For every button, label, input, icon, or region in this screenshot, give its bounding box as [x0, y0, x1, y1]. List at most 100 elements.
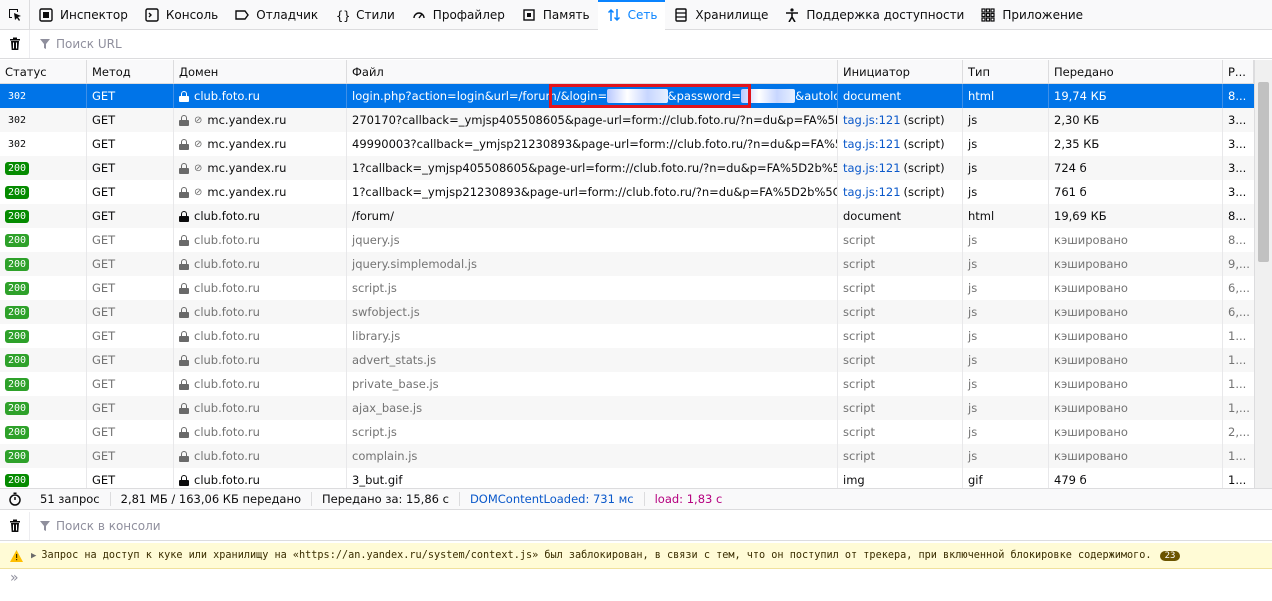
initiator-cell: script	[838, 300, 963, 324]
tab-gauge[interactable]: Профайлер	[403, 0, 513, 30]
tab-console[interactable]: Консоль	[136, 0, 226, 30]
file-cell: advert_stats.js	[347, 348, 838, 372]
console-warning-message[interactable]: ▶ Запрос на доступ к куке или хранилищу …	[0, 543, 1272, 569]
initiator-text: document	[843, 89, 902, 103]
method-text: GET	[92, 377, 116, 391]
size-text: 3...	[1228, 185, 1247, 199]
url-filter-input[interactable]: Поиск URL	[30, 37, 122, 51]
tab-storage[interactable]: Хранилище	[665, 0, 776, 30]
tab-braces[interactable]: {} Стили	[326, 0, 403, 30]
transferred-cell: 761 б	[1049, 180, 1223, 204]
file-cell: jquery.js	[347, 228, 838, 252]
status-cell: 302	[0, 84, 87, 108]
domain-text: club.foto.ru	[194, 257, 260, 271]
size-text: 8...	[1228, 233, 1247, 247]
initiator-text: script	[843, 305, 876, 319]
type-text: js	[968, 401, 978, 415]
method-text: GET	[92, 305, 116, 319]
table-row[interactable]: 200 GET club.foto.ru jquery.js script js кэшир…	[0, 228, 1254, 252]
table-row[interactable]: 200 GET club.foto.ru/forum/document html 19,…	[0, 204, 1254, 228]
file-text: 1?callback=_ymjsp405508605&page-url=form…	[352, 161, 837, 175]
table-row[interactable]: 200 GET club.foto.ru jquery.simplemodal.js s…	[0, 252, 1254, 276]
status-badge: 200	[5, 425, 30, 439]
table-row[interactable]: 200 GET club.foto.ru ajax_base.js script js кэ…	[0, 396, 1254, 420]
file-cell: /forum/	[347, 204, 838, 228]
table-row[interactable]: 200 GET club.foto.ru script.js script js кэшир…	[0, 420, 1254, 444]
transferred-text: кэшировано	[1054, 257, 1128, 271]
initiator-text: script	[843, 449, 876, 463]
type-cell: js	[963, 108, 1049, 132]
table-row[interactable]: 200 GET club.foto.ru private_base.js script j…	[0, 372, 1254, 396]
column-header[interactable]: Инициатор	[838, 60, 963, 83]
file-cell: 270170?callback=_ymjsp405508605&page-url…	[347, 108, 838, 132]
performance-button[interactable]	[0, 492, 30, 506]
tab-label: Инспектор	[60, 8, 128, 22]
initiator-cell: tag.js:121 (script)	[838, 156, 963, 180]
file-text: script.js	[352, 281, 397, 295]
tab-memory[interactable]: Память	[513, 0, 598, 30]
domain-text: club.foto.ru	[194, 473, 260, 487]
size-cell: 1...	[1223, 348, 1254, 372]
transferred-text: 19,69 КБ	[1054, 209, 1107, 223]
tracker-icon: ⊘	[194, 162, 203, 174]
svg-text:{}: {}	[336, 9, 349, 22]
table-row[interactable]: 302 GET ⊘ mc.yandex.ru 49990003?callback=_ym…	[0, 132, 1254, 156]
column-header[interactable]: Файл	[347, 60, 838, 83]
transferred-cell: 2,30 КБ	[1049, 108, 1223, 132]
column-header[interactable]: Статус	[0, 60, 87, 83]
tab-debugger[interactable]: Отладчик	[226, 0, 326, 30]
status-cell: 200	[0, 444, 87, 468]
method-text: GET	[92, 425, 116, 439]
column-header[interactable]: Передано	[1049, 60, 1223, 83]
type-cell: js	[963, 300, 1049, 324]
expand-arrow-icon[interactable]: ▶	[31, 551, 36, 561]
method-cell: GET	[87, 108, 174, 132]
table-row[interactable]: 200 GET ⊘ mc.yandex.ru 1?callback=_ymjsp4055…	[0, 156, 1254, 180]
size-cell: 1...	[1223, 324, 1254, 348]
domain-cell: ⊘ mc.yandex.ru	[174, 156, 347, 180]
table-row[interactable]: 200 GET ⊘ mc.yandex.ru 1?callback=_ymjsp2123…	[0, 180, 1254, 204]
initiator-cell: script	[838, 252, 963, 276]
transferred-cell: 724 б	[1049, 156, 1223, 180]
table-row[interactable]: 200 GET club.foto.ru library.js script js кэши…	[0, 324, 1254, 348]
table-row[interactable]: 302 GET ⊘ mc.yandex.ru 270170?callback=_ymjs…	[0, 108, 1254, 132]
tab-accessibility[interactable]: Поддержка доступности	[776, 0, 972, 30]
scrollbar-thumb[interactable]	[1258, 82, 1269, 262]
table-row[interactable]: 200 GET club.foto.ru advert_stats.js script j…	[0, 348, 1254, 372]
file-login-param: login=	[569, 89, 608, 103]
clear-console-button[interactable]	[0, 512, 30, 540]
column-header[interactable]: Метод	[87, 60, 174, 83]
tracker-icon: ⊘	[194, 138, 203, 150]
method-text: GET	[92, 209, 116, 223]
transferred-text: 479 б	[1054, 473, 1087, 487]
method-text: GET	[92, 89, 116, 103]
column-header[interactable]: Тип	[963, 60, 1049, 83]
initiator-link[interactable]: tag.js:121	[843, 161, 901, 175]
initiator-link[interactable]: tag.js:121	[843, 137, 901, 151]
column-header[interactable]: Домен	[174, 60, 347, 83]
table-row[interactable]: 200 GET club.foto.ru complain.js script js кэш…	[0, 444, 1254, 468]
column-header[interactable]: Р...	[1223, 60, 1254, 83]
tab-network[interactable]: Сеть	[597, 0, 666, 30]
initiator-link[interactable]: tag.js:121	[843, 185, 901, 199]
tab-app-grid[interactable]: Приложение	[972, 0, 1091, 30]
transferred-text: кэшировано	[1054, 425, 1128, 439]
console-search-input[interactable]: Поиск в консоли	[30, 519, 161, 533]
table-row[interactable]: 200 GET club.foto.ru script.js script js кэшир…	[0, 276, 1254, 300]
tab-inspector[interactable]: Инспектор	[30, 0, 136, 30]
initiator-text: script	[843, 377, 876, 391]
tab-label: Приложение	[1002, 8, 1084, 22]
table-scrollbar[interactable]	[1254, 60, 1272, 492]
clear-requests-button[interactable]	[0, 30, 30, 58]
transferred-cell: кэшировано	[1049, 228, 1223, 252]
status-badge: 302	[8, 114, 27, 126]
type-text: js	[968, 377, 978, 391]
table-row[interactable]: 302 GET club.foto.ru login.php?action=login…	[0, 84, 1254, 108]
element-picker-button[interactable]	[0, 0, 30, 29]
console-input-prompt[interactable]: »	[10, 570, 19, 586]
table-row[interactable]: 200 GET club.foto.ru swfobject.js script js кэ…	[0, 300, 1254, 324]
initiator-link[interactable]: tag.js:121	[843, 113, 901, 127]
size-text: 6,...	[1228, 281, 1250, 295]
size-cell: 3...	[1223, 180, 1254, 204]
file-text: library.js	[352, 329, 401, 343]
